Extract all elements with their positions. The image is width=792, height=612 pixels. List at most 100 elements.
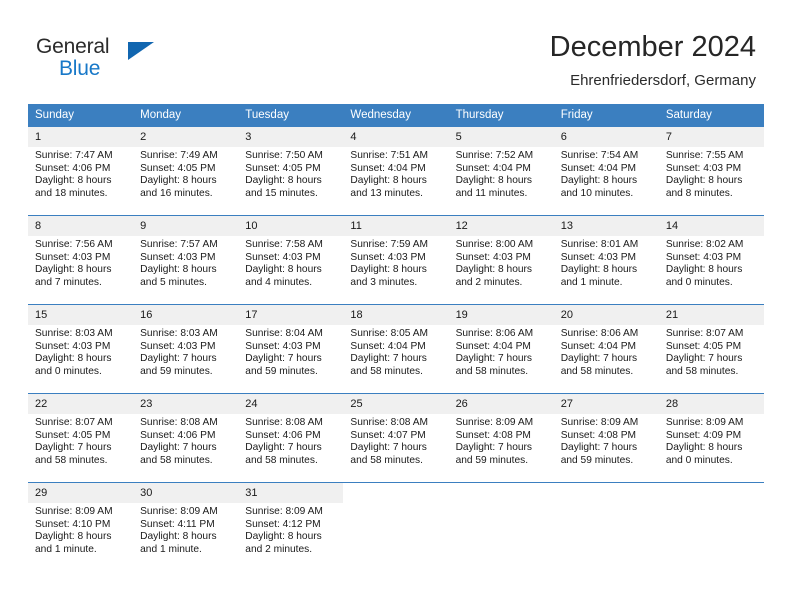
sunset-text: Sunset: 4:03 PM (560, 251, 637, 263)
daylight-text: Daylight: 8 hours and 4 minutes. (245, 264, 322, 288)
daylight-text: Daylight: 8 hours and 8 minutes. (665, 175, 743, 199)
day-cell[interactable]: 27 Sunrise: 8:09 AM Sunset: 4:08 PM Dayligh… (553, 393, 659, 483)
sunrise-text: Sunrise: 7:52 AM (455, 150, 534, 161)
daylight-text: Daylight: 8 hours and 3 minutes. (350, 264, 427, 288)
day-number (343, 483, 449, 503)
day-cell[interactable]: 29 Sunrise: 8:09 AM Sunset: 4:10 PM Dayligh… (28, 482, 134, 571)
sunrise-text: Sunrise: 8:03 AM (35, 328, 113, 339)
day-cell[interactable]: 18 Sunrise: 8:05 AM Sunset: 4:04 PM Dayligh… (343, 304, 449, 394)
day-cell[interactable]: 22 Sunrise: 8:07 AM Sunset: 4:05 PM Dayligh… (28, 393, 134, 483)
day-cell[interactable]: 6 Sunrise: 7:54 AM Sunset: 4:04 PM Daylight… (553, 126, 659, 216)
sunset-text: Sunset: 4:07 PM (350, 429, 426, 441)
weekday-header-friday: Friday (553, 104, 659, 127)
day-cell[interactable]: 26 Sunrise: 8:09 AM Sunset: 4:08 PM Dayligh… (448, 393, 554, 483)
day-number: 28 (658, 394, 764, 414)
daylight-text: Daylight: 8 hours and 7 minutes. (35, 264, 112, 288)
day-cell[interactable]: 17 Sunrise: 8:04 AM Sunset: 4:03 PM Dayligh… (238, 304, 344, 394)
day-cell[interactable]: 1 Sunrise: 7:47 AM Sunset: 4:06 PM Daylight… (28, 126, 134, 216)
day-cell[interactable]: 8 Sunrise: 7:56 AM Sunset: 4:03 PM Daylight… (28, 215, 134, 305)
logo-text-general: General (36, 35, 110, 58)
day-cell[interactable]: 23 Sunrise: 8:08 AM Sunset: 4:06 PM Dayligh… (133, 393, 239, 483)
daylight-text: Daylight: 8 hours and 2 minutes. (455, 264, 533, 288)
day-number: 25 (343, 394, 449, 414)
day-cell[interactable]: 16 Sunrise: 8:03 AM Sunset: 4:03 PM Dayligh… (133, 304, 239, 394)
day-cell-empty (658, 482, 764, 571)
day-number: 31 (238, 483, 344, 503)
day-number: 30 (133, 483, 239, 503)
sunset-text: Sunset: 4:04 PM (350, 340, 426, 352)
day-number: 18 (343, 305, 449, 325)
sunset-text: Sunset: 4:05 PM (245, 162, 321, 174)
day-cell[interactable]: 11 Sunrise: 7:59 AM Sunset: 4:03 PM Dayligh… (343, 215, 449, 305)
weekday-header-row: Sunday Monday Tuesday Wednesday Thursday… (28, 104, 764, 127)
daylight-text: Daylight: 7 hours and 59 minutes. (140, 353, 217, 377)
sunrise-text: Sunrise: 8:09 AM (665, 417, 744, 428)
daylight-text: Daylight: 7 hours and 59 minutes. (560, 442, 638, 466)
daylight-text: Daylight: 8 hours and 1 minute. (560, 264, 638, 288)
sunset-text: Sunset: 4:05 PM (35, 429, 111, 441)
day-cell[interactable]: 31 Sunrise: 8:09 AM Sunset: 4:12 PM Dayligh… (238, 482, 344, 571)
day-cell[interactable]: 12 Sunrise: 8:00 AM Sunset: 4:03 PM Dayligh… (448, 215, 554, 305)
day-number: 26 (448, 394, 554, 414)
day-cell[interactable]: 19 Sunrise: 8:06 AM Sunset: 4:04 PM Dayligh… (448, 304, 554, 394)
sunset-text: Sunset: 4:12 PM (245, 518, 321, 530)
daylight-text: Daylight: 8 hours and 2 minutes. (245, 531, 322, 555)
sunrise-text: Sunrise: 8:09 AM (560, 417, 639, 428)
day-cell[interactable]: 21 Sunrise: 8:07 AM Sunset: 4:05 PM Dayligh… (658, 304, 764, 394)
sunrise-text: Sunrise: 8:09 AM (140, 506, 218, 517)
page-header: General Blue December 2024 Ehrenfrieders… (0, 0, 792, 95)
day-cell[interactable]: 14 Sunrise: 8:02 AM Sunset: 4:03 PM Dayligh… (658, 215, 764, 305)
sunset-text: Sunset: 4:05 PM (665, 340, 742, 352)
day-cell[interactable]: 9 Sunrise: 7:57 AM Sunset: 4:03 PM Daylight… (133, 215, 239, 305)
day-number: 14 (658, 216, 764, 236)
sunset-text: Sunset: 4:06 PM (140, 429, 216, 441)
sunrise-text: Sunrise: 8:07 AM (35, 417, 113, 428)
sunset-text: Sunset: 4:03 PM (35, 340, 111, 352)
calendar-page: General Blue December 2024 Ehrenfrieders… (0, 0, 792, 612)
day-number: 20 (553, 305, 659, 325)
day-number: 4 (343, 127, 449, 147)
day-cell[interactable]: 3 Sunrise: 7:50 AM Sunset: 4:05 PM Daylight… (238, 126, 344, 216)
sunrise-text: Sunrise: 8:06 AM (560, 328, 639, 339)
sunrise-text: Sunrise: 8:08 AM (140, 417, 218, 428)
day-number: 27 (553, 394, 659, 414)
day-cell[interactable]: 10 Sunrise: 7:58 AM Sunset: 4:03 PM Dayligh… (238, 215, 344, 305)
day-cell[interactable]: 13 Sunrise: 8:01 AM Sunset: 4:03 PM Dayligh… (553, 215, 659, 305)
sunset-text: Sunset: 4:06 PM (245, 429, 321, 441)
sunset-text: Sunset: 4:08 PM (455, 429, 531, 441)
sunrise-text: Sunrise: 7:55 AM (665, 150, 744, 161)
day-cell[interactable]: 7 Sunrise: 7:55 AM Sunset: 4:03 PM Daylight… (658, 126, 764, 216)
general-blue-logo[interactable]: General Blue (36, 36, 166, 84)
daylight-text: Daylight: 7 hours and 58 minutes. (35, 442, 112, 466)
week-row: 15 Sunrise: 8:03 AM Sunset: 4:03 PM Dayligh… (28, 304, 764, 394)
daylight-text: Daylight: 7 hours and 58 minutes. (350, 353, 427, 377)
day-cell-empty (448, 482, 554, 571)
sunrise-text: Sunrise: 8:00 AM (455, 239, 534, 250)
day-cell[interactable]: 20 Sunrise: 8:06 AM Sunset: 4:04 PM Dayligh… (553, 304, 659, 394)
day-cell[interactable]: 4 Sunrise: 7:51 AM Sunset: 4:04 PM Daylight… (343, 126, 449, 216)
daylight-text: Daylight: 8 hours and 5 minutes. (140, 264, 217, 288)
day-number (448, 483, 554, 503)
daylight-text: Daylight: 8 hours and 0 minutes. (35, 353, 112, 377)
sunrise-text: Sunrise: 7:56 AM (35, 239, 113, 250)
day-cell[interactable]: 28 Sunrise: 8:09 AM Sunset: 4:09 PM Dayligh… (658, 393, 764, 483)
day-cell[interactable]: 30 Sunrise: 8:09 AM Sunset: 4:11 PM Dayligh… (133, 482, 239, 571)
day-cell[interactable]: 5 Sunrise: 7:52 AM Sunset: 4:04 PM Daylight… (448, 126, 554, 216)
daylight-text: Daylight: 8 hours and 16 minutes. (140, 175, 217, 199)
sunset-text: Sunset: 4:03 PM (140, 340, 216, 352)
daylight-text: Daylight: 8 hours and 13 minutes. (350, 175, 427, 199)
day-number: 1 (28, 127, 134, 147)
daylight-text: Daylight: 8 hours and 0 minutes. (665, 442, 743, 466)
sunset-text: Sunset: 4:10 PM (35, 518, 111, 530)
logo-text-blue: Blue (59, 57, 101, 80)
day-cell[interactable]: 25 Sunrise: 8:08 AM Sunset: 4:07 PM Dayligh… (343, 393, 449, 483)
day-cell[interactable]: 2 Sunrise: 7:49 AM Sunset: 4:05 PM Daylight… (133, 126, 239, 216)
daylight-text: Daylight: 8 hours and 1 minute. (140, 531, 217, 555)
sunset-text: Sunset: 4:03 PM (350, 251, 426, 263)
daylight-text: Daylight: 7 hours and 58 minutes. (560, 353, 638, 377)
day-cell[interactable]: 24 Sunrise: 8:08 AM Sunset: 4:06 PM Dayligh… (238, 393, 344, 483)
sunrise-text: Sunrise: 8:08 AM (350, 417, 429, 428)
weekday-header-tuesday: Tuesday (238, 104, 344, 127)
day-cell[interactable]: 15 Sunrise: 8:03 AM Sunset: 4:03 PM Dayligh… (28, 304, 134, 394)
title-block: December 2024 Ehrenfriedersdorf, Germany (550, 30, 756, 91)
